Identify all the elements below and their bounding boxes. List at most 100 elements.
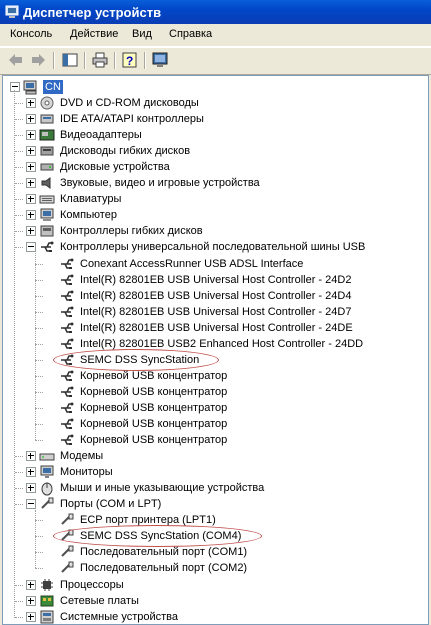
expand-toggle[interactable] — [26, 579, 36, 590]
tree-category-node[interactable]: Компьютер — [7, 207, 427, 223]
sound-icon — [41, 177, 51, 190]
svg-text:?: ? — [126, 54, 133, 68]
network-icon — [40, 595, 54, 607]
expand-toggle[interactable] — [26, 210, 36, 221]
menu-bar: Консоль Действие Вид Справка — [0, 24, 431, 47]
collapse-toggle[interactable] — [26, 242, 36, 253]
expand-toggle[interactable] — [26, 146, 36, 157]
expand-toggle[interactable] — [26, 114, 36, 125]
tree-connector-line — [15, 167, 23, 169]
tree-node-label: Сетевые платы — [60, 594, 139, 607]
tree-category-node[interactable]: DVD и CD-ROM дисководы — [7, 95, 427, 111]
expand-toggle[interactable] — [26, 178, 36, 189]
tree-device-node[interactable]: SEMC DSS SyncStation (COM4) — [7, 525, 427, 548]
tree-category-node[interactable]: IDE ATA/ATAPI контроллеры — [7, 111, 427, 127]
ide-icon — [40, 114, 54, 124]
tree-device-node[interactable]: Корневой USB концентратор — [7, 432, 427, 448]
toolbar-separator — [53, 52, 55, 69]
menu-action[interactable]: Действие — [70, 28, 118, 40]
tree-category-node[interactable]: Контроллеры гибких дисков — [7, 223, 427, 239]
expand-toggle[interactable] — [26, 467, 36, 478]
collapse-toggle[interactable] — [26, 499, 36, 510]
tree-device-node[interactable]: Intel(R) 82801EB USB Universal Host Cont… — [7, 320, 427, 336]
expand-toggle[interactable] — [26, 611, 36, 622]
tree-node-label: Intel(R) 82801EB USB Universal Host Cont… — [80, 289, 352, 302]
tree-device-node[interactable]: Intel(R) 82801EB USB2 Enhanced Host Cont… — [7, 336, 427, 352]
tree-node-label: DVD и CD-ROM дисководы — [60, 97, 199, 109]
tree-device-node[interactable]: ECP порт принтера (LPT1) — [7, 512, 427, 528]
menu-help[interactable]: Справка — [169, 28, 212, 40]
tree-connector-line — [35, 520, 43, 522]
tree-category-node[interactable]: Клавиатуры — [7, 191, 427, 207]
tree-device-node[interactable]: Intel(R) 82801EB USB Universal Host Cont… — [7, 304, 427, 320]
tree-connector-line — [15, 183, 23, 185]
menu-console[interactable]: Консоль — [10, 28, 52, 40]
tree-connector-line — [35, 536, 43, 538]
mouse-icon — [41, 482, 53, 496]
usb-icon — [61, 370, 74, 381]
tree-category-node[interactable]: Процессоры — [7, 577, 427, 593]
usb-icon — [61, 386, 74, 397]
tree-device-node[interactable]: Корневой USB концентратор — [7, 400, 427, 416]
tree-category-node[interactable]: Сетевые платы — [7, 593, 427, 609]
expand-toggle[interactable] — [26, 162, 36, 173]
expand-toggle[interactable] — [26, 194, 36, 205]
tree-node-label: Intel(R) 82801EB USB Universal Host Cont… — [80, 305, 352, 318]
expand-toggle[interactable] — [26, 595, 36, 606]
tree-category-node[interactable]: Дисковые устройства — [7, 159, 427, 175]
collapse-toggle[interactable] — [10, 82, 20, 92]
tree-category-node[interactable]: Системные устройства — [7, 609, 427, 624]
tree-node-label: Дисководы гибких дисков — [60, 145, 191, 158]
tree-node-label: Intel(R) 82801EB USB Universal Host Cont… — [80, 321, 353, 334]
tree-category-node[interactable]: Модемы — [7, 448, 427, 464]
tree-node-label: Корневой USB концентратор — [80, 369, 228, 382]
tree-root-node[interactable]: CN — [7, 79, 427, 95]
tree-category-node[interactable]: Звуковые, видео и игровые устройства — [7, 175, 427, 191]
tree-device-node[interactable]: Conexant AccessRunner USB ADSL Interface — [7, 256, 427, 272]
tree-connector-line — [15, 135, 23, 137]
floppyctl-icon — [40, 225, 54, 237]
expand-toggle[interactable] — [26, 451, 36, 462]
tree-device-node[interactable]: Последовательный порт (COM1) — [7, 544, 427, 560]
device-tree[interactable]: CN DVD и CD-ROM дисководы IDE ATA/ATAPI к… — [2, 75, 429, 625]
tree-category-node[interactable]: Мыши и иные указывающие устройства — [7, 480, 427, 496]
tree-device-node[interactable]: Последовательный порт (COM2) — [7, 560, 427, 576]
tree-device-node[interactable]: SEMC DSS SyncStation — [7, 348, 427, 371]
tree-connector-line — [15, 584, 23, 586]
help-icon[interactable]: ? — [120, 51, 140, 69]
tree-connector-line — [35, 375, 43, 377]
title-bar[interactable]: Диспетчер устройств — [0, 0, 431, 24]
properties-icon[interactable] — [150, 51, 170, 69]
keyboard-icon — [39, 195, 55, 204]
tree-node-label: Порты (COM и LPT) — [60, 498, 162, 511]
tree-device-node[interactable]: Корневой USB концентратор — [7, 384, 427, 400]
tree-category-node[interactable]: Порты (COM и LPT) — [7, 496, 427, 512]
tree-category-node[interactable]: Видеоадаптеры — [7, 127, 427, 143]
toolbar-separator — [84, 52, 86, 69]
tree-node-label: Системные устройства — [60, 610, 179, 623]
back-icon[interactable] — [6, 51, 26, 69]
expand-toggle[interactable] — [26, 98, 36, 108]
forward-icon[interactable] — [28, 51, 48, 69]
tree-device-node[interactable]: Intel(R) 82801EB USB Universal Host Cont… — [7, 288, 427, 304]
print-icon[interactable] — [90, 51, 110, 69]
tree-root-label: CN — [43, 80, 63, 94]
tree-device-node[interactable]: Корневой USB концентратор — [7, 368, 427, 384]
tree-branch-line — [35, 253, 36, 441]
expand-toggle[interactable] — [26, 483, 36, 494]
tree-connector-line — [35, 279, 43, 281]
menu-view[interactable]: Вид — [132, 28, 152, 40]
expand-toggle[interactable] — [26, 226, 36, 237]
tree-device-node[interactable]: Корневой USB концентратор — [7, 416, 427, 432]
computer-icon — [23, 80, 37, 95]
floppy-icon — [40, 146, 54, 156]
expand-toggle[interactable] — [26, 130, 36, 141]
show-hide-tree-icon[interactable] — [60, 51, 80, 69]
tree-connector-line — [15, 151, 23, 153]
tree-category-node[interactable]: Мониторы — [7, 464, 427, 480]
tree-category-node[interactable]: Дисководы гибких дисков — [7, 143, 427, 159]
modem-icon — [39, 453, 55, 461]
tree-node-label: Корневой USB концентратор — [80, 418, 228, 430]
tree-category-node[interactable]: Контроллеры универсальной последовательн… — [7, 239, 427, 255]
tree-device-node[interactable]: Intel(R) 82801EB USB Universal Host Cont… — [7, 272, 427, 288]
